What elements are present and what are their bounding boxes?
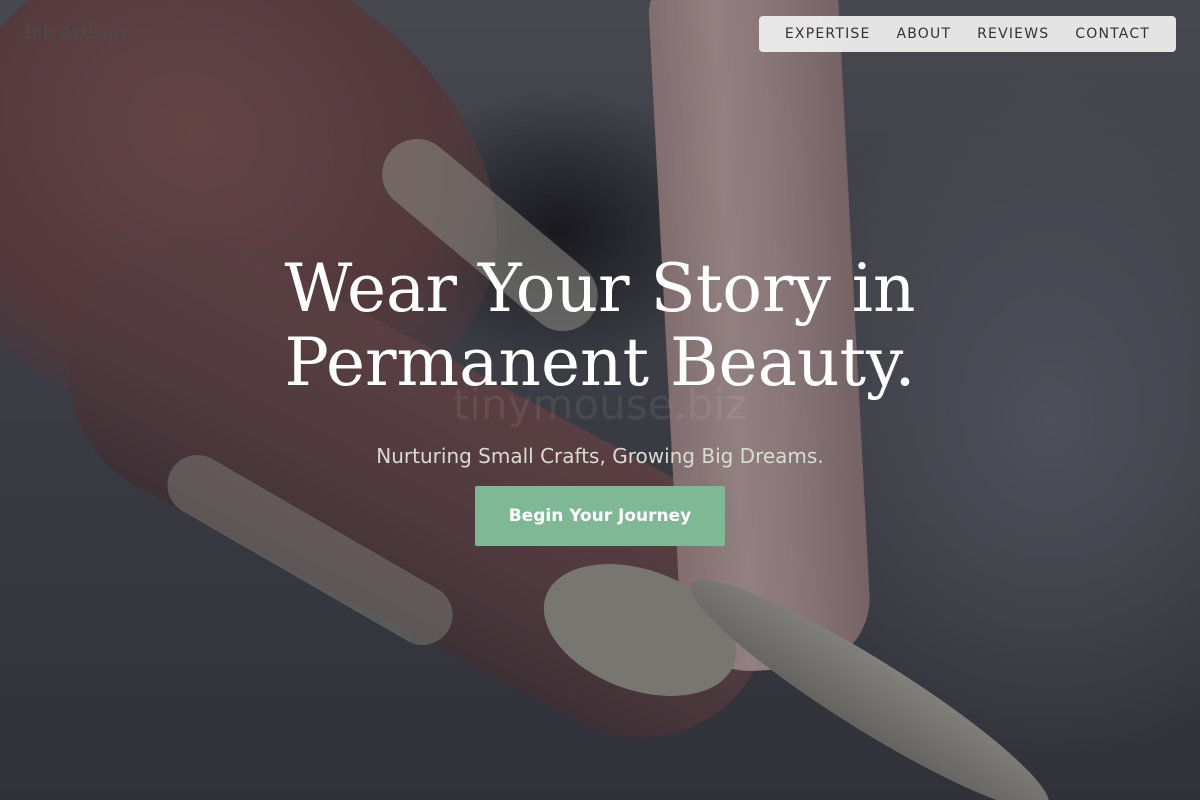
nav-item-contact[interactable]: CONTACT [1075,26,1150,42]
top-nav: EXPERTISE ABOUT REVIEWS CONTACT [759,16,1176,52]
watermark: tinymouse.biz [452,380,748,429]
nav-item-reviews[interactable]: REVIEWS [977,26,1049,42]
nav-item-expertise[interactable]: EXPERTISE [785,26,871,42]
hero-title-line-1: Wear Your Story in [284,250,916,327]
hero-title: Wear Your Story in Permanent Beauty. [0,252,1200,400]
nav-item-about[interactable]: ABOUT [896,26,951,42]
brand-logo[interactable]: Ink Artisan [24,22,126,43]
hero-subtitle: Nurturing Small Crafts, Growing Big Drea… [376,444,824,468]
begin-journey-button[interactable]: Begin Your Journey [475,486,725,546]
